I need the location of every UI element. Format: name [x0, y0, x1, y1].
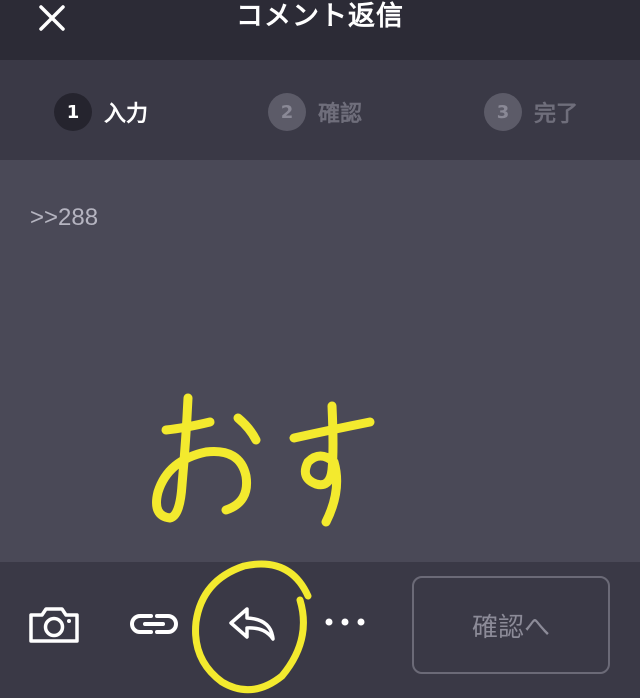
camera-button[interactable] — [22, 594, 86, 654]
page-title: コメント返信 — [236, 1, 404, 32]
more-icon — [325, 618, 365, 626]
reply-icon — [229, 607, 275, 641]
comment-reply-screen: コメント返信 1 入力 2 確認 3 完了 >>288 確認へ — [0, 0, 640, 698]
header-bar: コメント返信 — [0, 0, 640, 60]
close-button[interactable] — [32, 0, 72, 36]
camera-icon — [29, 607, 79, 643]
step-confirm: 2 確認 — [268, 92, 362, 132]
step-number: 1 — [54, 93, 92, 131]
step-complete: 3 完了 — [484, 92, 578, 132]
confirm-button[interactable]: 確認へ — [412, 576, 610, 674]
link-button[interactable] — [124, 594, 184, 654]
bottom-toolbar: 確認へ — [0, 562, 640, 698]
reply-anchor-text: >>288 — [30, 204, 99, 231]
step-label: 入力 — [104, 102, 149, 127]
comment-textarea[interactable]: >>288 — [0, 160, 640, 562]
step-indicator: 1 入力 2 確認 3 完了 — [0, 60, 640, 160]
step-label: 確認 — [318, 102, 363, 127]
step-number: 2 — [268, 93, 306, 131]
close-icon — [39, 5, 65, 31]
step-label: 完了 — [534, 102, 579, 127]
link-icon — [130, 614, 178, 634]
more-button[interactable] — [318, 602, 372, 642]
step-input: 1 入力 — [54, 92, 148, 132]
reply-button[interactable] — [220, 596, 284, 652]
step-number: 3 — [484, 93, 522, 131]
